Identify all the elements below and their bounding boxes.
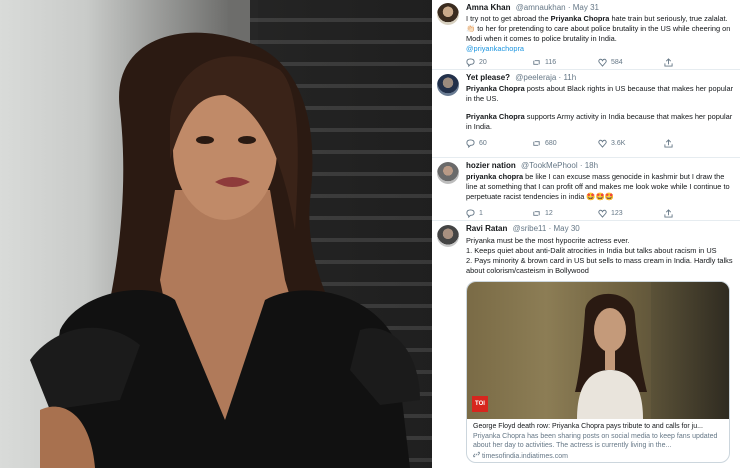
avatar[interactable] (437, 74, 459, 96)
retweet-count: 116 (545, 59, 557, 66)
tweet[interactable]: Yet please? @peeleraja · 11h Priyanka Ch… (432, 70, 740, 158)
card-url: timesofindia.indiatimes.com (473, 451, 725, 462)
tweet-text: Priyanka Chopra posts about Black rights… (466, 84, 736, 104)
tweet-text-line: Priyanka must be the most hypocrite actr… (466, 236, 630, 245)
tweet-text-line: 1. Keeps quiet about anti-Dalit atrociti… (466, 246, 717, 255)
reply-count: 1 (479, 210, 483, 217)
tweet-actions: 1 12 123 (466, 209, 726, 219)
tweet-header: hozier nation @TookMePhool · 18h (466, 161, 599, 170)
avatar[interactable] (437, 225, 459, 247)
retweet-count: 12 (545, 210, 553, 217)
like-count: 584 (611, 59, 623, 66)
retweet-icon (533, 211, 540, 216)
card-thumbnail: TOI (467, 282, 729, 419)
heart-icon (598, 58, 607, 67)
heart-icon (598, 209, 607, 218)
share-button[interactable] (664, 209, 673, 218)
avatar[interactable] (437, 162, 459, 184)
reply-icon (466, 58, 475, 67)
like-count: 123 (611, 210, 623, 217)
share-icon (664, 139, 673, 148)
hashtag-link[interactable]: @priyankachopra (466, 44, 524, 53)
heart-icon (598, 139, 607, 148)
author-handle[interactable]: @peeleraja (515, 73, 556, 82)
avatar[interactable] (437, 3, 459, 25)
share-icon (664, 209, 673, 218)
author-name[interactable]: Yet please? (466, 73, 510, 82)
like-button[interactable]: 3.6K (598, 139, 625, 148)
tweet-text: priyanka chopra be like I can excuse mas… (466, 172, 736, 202)
reply-count: 60 (479, 140, 487, 147)
reply-button[interactable]: 20 (466, 58, 487, 67)
share-icon (664, 58, 673, 67)
tweet-actions: 60 680 3.6K (466, 139, 726, 149)
emoji: 🤩🤩🤩 (586, 192, 614, 201)
mention-name: priyanka chopra (466, 172, 524, 181)
card-title: George Floyd death row: Priyanka Chopra … (473, 423, 703, 430)
tweet[interactable]: Amna Khan @amnaukhan · May 31 I try not … (432, 0, 740, 70)
reply-count: 20 (479, 59, 487, 66)
tweet-header: Amna Khan @amnaukhan · May 31 (466, 3, 599, 12)
tweet-text-part: I try not to get abroad the (466, 14, 551, 23)
toi-logo: TOI (472, 396, 488, 412)
author-name[interactable]: Amna Khan (466, 3, 510, 12)
mention-name: Priyanka Chopra (550, 14, 610, 23)
tweet-header: Ravi Ratan @sribe11 · May 30 (466, 224, 580, 233)
reply-button[interactable]: 60 (466, 139, 487, 148)
author-handle[interactable]: @sribe11 (513, 224, 547, 233)
like-count: 3.6K (611, 140, 626, 147)
retweet-button[interactable]: 116 (532, 58, 556, 67)
reply-icon (466, 139, 475, 148)
emoji: 👏🏻 (466, 24, 476, 33)
link-card[interactable]: TOI George Floyd death row: Priyanka Cho… (466, 281, 730, 463)
mention-name: Priyanka Chopra (466, 112, 525, 121)
like-button[interactable]: 123 (598, 209, 623, 218)
tweet[interactable]: hozier nation @TookMePhool · 18h priyank… (432, 158, 740, 221)
celebrity-photo (0, 0, 432, 468)
author-handle[interactable]: @TookMePhool (521, 161, 578, 170)
mention-name: Priyanka Chopra (466, 84, 525, 93)
author-name[interactable]: hozier nation (466, 161, 516, 170)
tweet-text: Priyanka Chopra supports Army activity i… (466, 112, 736, 132)
author-name[interactable]: Ravi Ratan (466, 224, 507, 233)
tweet-header: Yet please? @peeleraja · 11h (466, 73, 577, 82)
share-button[interactable] (664, 139, 673, 148)
card-description: Priyanka Chopra has been sharing posts o… (473, 432, 718, 450)
reply-button[interactable]: 1 (466, 209, 483, 218)
card-portrait (575, 293, 647, 419)
tweet-actions: 20 116 584 (466, 58, 726, 68)
tweet-text-part: to her for pretending to care about poli… (466, 24, 731, 43)
tweet-time[interactable]: 11h (563, 73, 576, 82)
retweet-icon (533, 141, 540, 146)
share-button[interactable] (664, 58, 673, 67)
retweet-icon (533, 60, 540, 65)
retweet-count: 680 (545, 140, 557, 147)
twitter-feed: Amna Khan @amnaukhan · May 31 I try not … (432, 0, 740, 468)
link-icon (473, 451, 480, 457)
tweet-time[interactable]: 18h (585, 161, 598, 170)
portrait-illustration (30, 32, 420, 468)
tweet-text: Priyanka must be the most hypocrite actr… (466, 236, 736, 276)
retweet-button[interactable]: 12 (532, 209, 553, 218)
author-handle[interactable]: @amnaukhan (516, 3, 566, 12)
retweet-button[interactable]: 680 (532, 139, 557, 148)
card-url-text: timesofindia.indiatimes.com (481, 452, 568, 460)
like-button[interactable]: 584 (598, 58, 623, 67)
reply-icon (466, 209, 475, 218)
card-meta: George Floyd death row: Priyanka Chopra … (473, 422, 725, 461)
tweet-text-part: hate train but seriously, true zalalat. (609, 14, 728, 23)
tweet-time[interactable]: May 30 (553, 224, 579, 233)
tweet-text: I try not to get abroad the Priyanka Cho… (466, 14, 736, 54)
tweet-time[interactable]: May 31 (573, 3, 599, 12)
tweet[interactable]: Ravi Ratan @sribe11 · May 30 Priyanka mu… (432, 221, 740, 468)
tweet-text-line: 2. Pays minority & brown card in US but … (466, 256, 733, 275)
